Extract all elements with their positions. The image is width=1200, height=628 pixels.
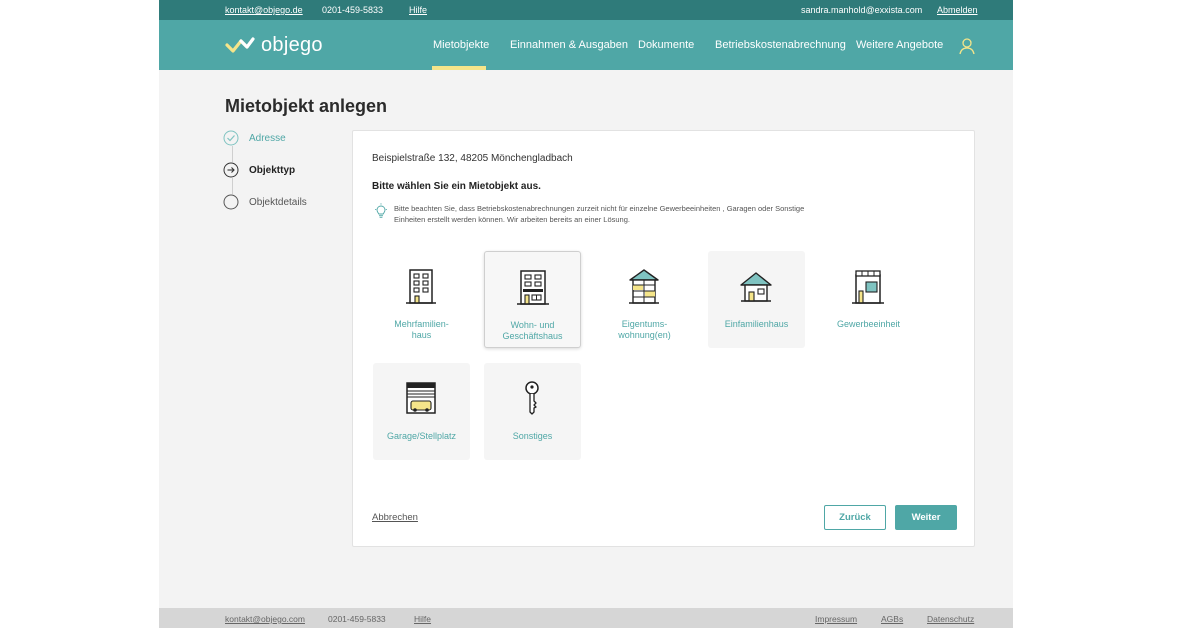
main-navigation: objego Mietobjekte Einnahmen & Ausgaben … [159, 20, 1013, 70]
type-tile-label: Einfamilienhaus [724, 319, 789, 329]
wizard-steps: Adresse Objekttyp Objektdetails [223, 130, 353, 220]
nav-item-weitere-angebote[interactable]: Weitere Angebote [856, 39, 943, 51]
app-frame: kontakt@objego.de 0201-459-5833 Hilfe sa… [159, 0, 1013, 628]
footer-privacy-link[interactable]: Datenschutz [927, 614, 974, 624]
condo-building-icon [629, 269, 659, 304]
type-tile-einfamilienhaus[interactable]: Einfamilienhaus [708, 251, 805, 348]
logout-link[interactable]: Abmelden [937, 5, 978, 15]
apartment-building-icon [406, 269, 436, 304]
step-objekttyp: Objekttyp [223, 162, 295, 178]
nav-item-einnahmen-ausgaben[interactable]: Einnahmen & Ausgaben [510, 39, 628, 51]
type-tile-eigentumswohnungen[interactable]: Eigentums- wohnung(en) [596, 251, 693, 348]
contact-email-link[interactable]: kontakt@objego.de [225, 5, 303, 15]
info-hint-text: Bitte beachten Sie, dass Betriebskostena… [394, 204, 805, 224]
objego-logo[interactable]: objego [225, 33, 323, 57]
shop-icon [852, 270, 884, 304]
user-icon[interactable] [958, 37, 976, 55]
check-circle-icon [223, 130, 239, 146]
footer-phone: 0201-459-5833 [328, 614, 386, 624]
arrow-circle-icon [223, 162, 239, 178]
selection-prompt: Bitte wählen Sie ein Mietobjekt aus. [372, 181, 541, 192]
help-link[interactable]: Hilfe [409, 5, 427, 15]
house-icon [740, 272, 772, 302]
footer-help-link[interactable]: Hilfe [414, 614, 431, 624]
logo-mark-icon [225, 37, 255, 53]
type-tile-label: Eigentums- wohnung(en) [618, 319, 671, 340]
footer: kontakt@objego.com 0201-459-5833 Hilfe I… [159, 608, 1013, 628]
top-utility-bar: kontakt@objego.de 0201-459-5833 Hilfe sa… [159, 0, 1013, 20]
footer-impressum-link[interactable]: Impressum [815, 614, 857, 624]
type-tile-sonstiges[interactable]: Sonstiges [484, 363, 581, 460]
cancel-link[interactable]: Abbrechen [372, 512, 418, 523]
step-label: Objekttyp [249, 164, 296, 176]
step-objektdetails: Objektdetails [223, 194, 307, 210]
empty-circle-icon [223, 194, 239, 210]
type-tile-label: Mehrfamilien- haus [394, 319, 449, 340]
type-tile-label: Gewerbeeinheit [836, 319, 901, 329]
nav-active-indicator [432, 66, 486, 70]
mixed-use-building-icon [517, 270, 549, 305]
user-email: sandra.manhold@exxista.com [801, 5, 923, 15]
contact-phone: 0201-459-5833 [322, 5, 384, 15]
key-icon [525, 381, 539, 415]
back-button[interactable]: Zurück [824, 505, 886, 530]
step-label: Objektdetails [249, 196, 307, 208]
type-tile-garage-stellplatz[interactable]: Garage/Stellplatz [373, 363, 470, 460]
type-tile-label: Wohn- und Geschäftshaus [502, 320, 563, 341]
nav-item-mietobjekte[interactable]: Mietobjekte [433, 39, 489, 51]
nav-item-dokumente[interactable]: Dokumente [638, 39, 694, 51]
nav-item-betriebskostenabrechnung[interactable]: Betriebskostenabrechnung [715, 39, 846, 51]
type-tile-mehrfamilienhaus[interactable]: Mehrfamilien- haus [373, 251, 470, 348]
page-title: Mietobjekt anlegen [225, 96, 388, 116]
logo-text: objego [261, 33, 323, 56]
step-adresse[interactable]: Adresse [223, 130, 286, 146]
address-line: Beispielstraße 132, 48205 Mönchengladbac… [372, 153, 573, 164]
type-tile-label: Garage/Stellplatz [386, 431, 457, 441]
step-label: Adresse [249, 132, 286, 144]
garage-icon [406, 382, 436, 414]
lightbulb-icon [375, 203, 387, 218]
type-tile-label: Sonstiges [512, 431, 553, 441]
next-button[interactable]: Weiter [895, 505, 957, 530]
type-tile-gewerbeeinheit[interactable]: Gewerbeeinheit [820, 251, 917, 348]
footer-email-link[interactable]: kontakt@objego.com [225, 614, 305, 624]
type-tile-wohn-und-geschaeftshaus[interactable]: Wohn- und Geschäftshaus [484, 251, 581, 348]
object-type-card: Beispielstraße 132, 48205 Mönchengladbac… [352, 130, 975, 547]
footer-agbs-link[interactable]: AGBs [881, 614, 903, 624]
